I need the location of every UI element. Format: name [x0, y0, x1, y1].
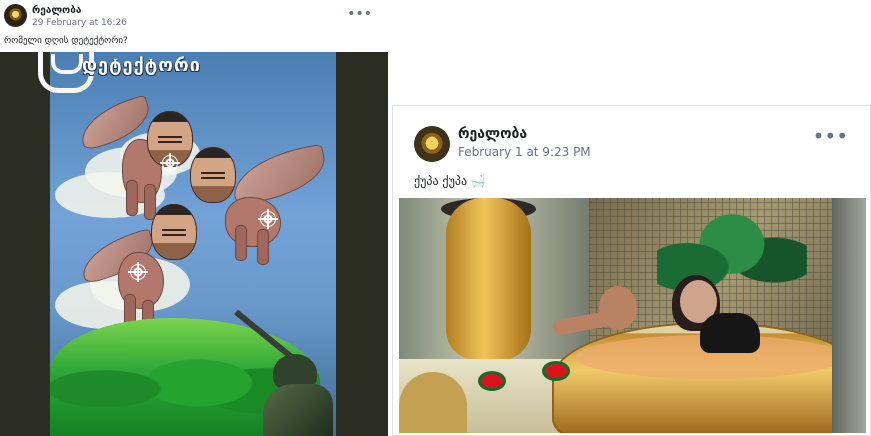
satirical-painting: [50, 52, 336, 436]
pig-leg: [235, 225, 247, 261]
pig-face: [190, 147, 236, 203]
soldier-torso: [263, 384, 333, 436]
image-title: დეტექტორი: [82, 55, 201, 76]
left-post-caption: რომელი დღის დეტექტორი?: [4, 36, 128, 46]
flying-pig-top: [74, 81, 193, 220]
flower-icon: [545, 364, 567, 378]
left-more-horizontal-icon[interactable]: •••: [347, 7, 372, 21]
curtain: [832, 198, 866, 433]
crosshair-icon: [128, 262, 148, 282]
left-post-header: რეალობა 29 February at 16:26 •••: [4, 4, 384, 30]
left-facebook-post: რეალობა 29 February at 16:26 ••• რომელი …: [0, 0, 388, 436]
right-post-image[interactable]: [399, 198, 866, 433]
right-facebook-post: ♛ რეალობა February 1 at 9:23 PM ••• ქუპა…: [392, 105, 871, 436]
flying-pig-lower: [75, 204, 197, 336]
flower-icon: [481, 374, 503, 388]
left-post-timestamp[interactable]: 29 February at 16:26: [32, 18, 127, 28]
right-profile-avatar[interactable]: ♛: [414, 126, 450, 162]
left-post-image[interactable]: დეტექტორი: [0, 52, 388, 436]
gold-vase: [446, 198, 531, 360]
pig-face: [151, 204, 197, 260]
left-post-author[interactable]: რეალობა: [32, 5, 81, 16]
crown-icon: ♛: [426, 134, 438, 148]
right-post-timestamp[interactable]: February 1 at 9:23 PM: [458, 145, 591, 159]
small-tub: [399, 372, 467, 433]
man-head: [599, 286, 637, 330]
right-post-author[interactable]: რეალობა: [458, 126, 527, 142]
right-post-caption: ქუპა ქუპა 🛁: [414, 174, 486, 188]
flying-pig-right: [190, 143, 331, 265]
hunter-soldier: [234, 304, 333, 436]
pig-leg: [257, 229, 269, 265]
crosshair-icon: [258, 209, 278, 229]
crosshair-icon: [160, 153, 180, 173]
left-profile-avatar[interactable]: [4, 4, 27, 27]
right-more-horizontal-icon[interactable]: •••: [813, 126, 848, 146]
woman-swimsuit: [700, 313, 760, 353]
